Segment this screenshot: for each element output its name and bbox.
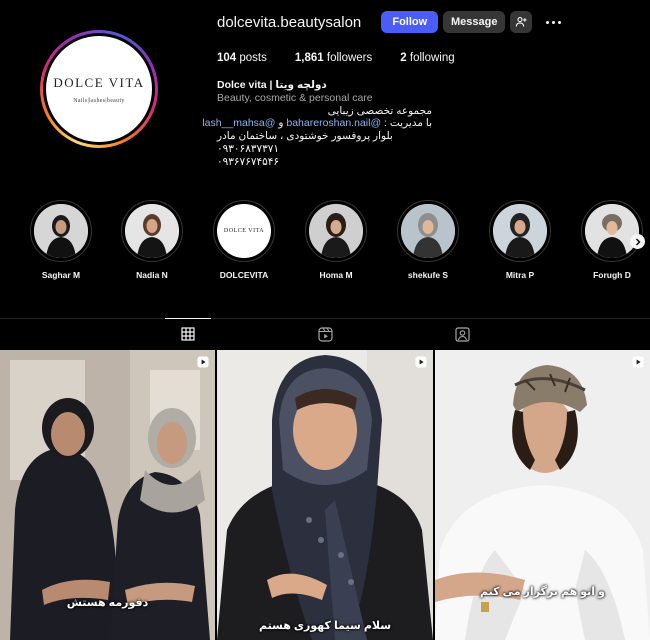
followers-stat[interactable]: 1,861 followers xyxy=(295,52,372,64)
post-caption: و اتو هم برگزار می کنم xyxy=(480,586,605,598)
highlight-saghar-m[interactable]: Saghar M xyxy=(21,200,101,280)
profile-category: Beauty, cosmetic & personal care xyxy=(217,91,373,104)
highlight-label: Saghar M xyxy=(41,270,81,280)
highlight-mitra-p[interactable]: Mitra P xyxy=(480,200,560,280)
highlight-thumbnail xyxy=(401,204,455,258)
profile-avatar[interactable]: DOLCE VITA Nails|lashes|beauty xyxy=(40,30,158,148)
highlight-label: Mitra P xyxy=(505,270,535,280)
post-tile[interactable]: سلام سیما کهوری هستم xyxy=(217,350,433,640)
following-count: 2 xyxy=(400,52,407,64)
highlight-thumbnail xyxy=(309,204,363,258)
posts-count: 104 xyxy=(217,52,237,64)
highlight-shekufe-s[interactable]: shekufe S xyxy=(388,200,468,280)
profile-stats: 104 posts 1,861 followers 2 following xyxy=(217,52,483,64)
tab-tagged[interactable] xyxy=(452,324,472,344)
posts-stat: 104 posts xyxy=(217,52,267,64)
highlight-nadia-n[interactable]: Nadia N xyxy=(112,200,192,280)
highlight-label: shekufe S xyxy=(407,270,449,280)
avatar-brand-text: DOLCE VITA xyxy=(53,74,145,90)
tagged-icon xyxy=(454,326,470,342)
post-caption: دفورمه هستش xyxy=(66,597,149,609)
highlight-thumbnail xyxy=(125,204,179,258)
reels-icon xyxy=(317,326,333,342)
highlight-thumbnail xyxy=(34,204,88,258)
highlight-label: Nadia N xyxy=(136,270,168,280)
highlight-thumbnail xyxy=(585,204,639,258)
avatar-tagline: Nails|lashes|beauty xyxy=(73,97,125,104)
mention-link-lash-mahsa[interactable]: @lash__mahsa xyxy=(202,117,275,129)
bio-line-2: با مدیریت : @bahareroshan.nail و @lash__… xyxy=(202,117,432,130)
posts-grid: دفورمه هستش سلام سیما کهوری هستم و اتو ه… xyxy=(0,350,650,640)
grid-icon xyxy=(181,327,195,341)
tabs-divider xyxy=(0,318,650,319)
profile-bio: Dolce vita | دولچه ویتا Beauty, cosmetic… xyxy=(202,79,432,169)
follow-button[interactable]: Follow xyxy=(381,11,439,33)
avatar-logo: DOLCE VITA Nails|lashes|beauty xyxy=(46,36,152,142)
reel-badge-icon xyxy=(632,356,644,368)
tab-reels[interactable] xyxy=(315,324,335,344)
post-caption: سلام سیما کهوری هستم xyxy=(258,620,392,632)
highlight-logo-text: DOLCE VITA xyxy=(223,228,265,234)
reel-badge-icon xyxy=(415,356,427,368)
highlights-next-button[interactable] xyxy=(630,234,645,249)
profile-display-name: Dolce vita | دولچه ویتا xyxy=(217,79,327,91)
highlight-label: Homa M xyxy=(319,270,353,280)
post-tile[interactable]: دفورمه هستش xyxy=(0,350,215,640)
following-stat[interactable]: 2 following xyxy=(400,52,454,64)
bio-line-1: مجموعه تخصصی زیبایی xyxy=(327,104,432,117)
bio-address: بلوار پروفسور خوشتودی ، ساختمان مادر xyxy=(217,130,393,143)
post-thumbnail xyxy=(217,350,433,640)
followers-label: followers xyxy=(326,52,373,64)
profile-username: dolcevita.beautysalon xyxy=(217,13,362,31)
highlight-thumbnail xyxy=(493,204,547,258)
profile-action-row: dolcevita.beautysalon Follow Message xyxy=(217,11,564,33)
highlight-logo-thumbnail: DOLCE VITA xyxy=(217,204,271,258)
following-label: following xyxy=(409,52,455,64)
more-options-icon[interactable] xyxy=(542,11,564,33)
highlight-homa-m[interactable]: Homa M xyxy=(296,200,376,280)
tab-posts[interactable] xyxy=(178,324,198,344)
post-tile[interactable]: و اتو هم برگزار می کنم xyxy=(435,350,650,640)
profile-tabs xyxy=(0,318,650,348)
story-highlights: Saghar M Nadia N DOLCE VITA DOLCEVITA Ho… xyxy=(0,200,650,290)
suggested-accounts-button[interactable] xyxy=(510,11,533,33)
reel-badge-icon xyxy=(197,356,209,368)
bio-managed-by: با مدیریت : xyxy=(384,117,432,130)
posts-label: posts xyxy=(239,52,267,64)
highlight-label: DOLCEVITA xyxy=(219,270,269,280)
bio-phone-2: ۰۹۳۶۷۶۷۴۵۴۶ xyxy=(217,155,280,168)
message-button[interactable]: Message xyxy=(443,11,506,33)
active-tab-indicator xyxy=(165,318,211,319)
followers-count: 1,861 xyxy=(294,52,324,64)
bio-and: و xyxy=(278,117,284,130)
add-person-icon xyxy=(515,17,527,27)
chevron-right-icon xyxy=(635,238,640,245)
highlight-label: Forugh D xyxy=(593,270,631,280)
mention-link-bahareroshan[interactable]: @bahareroshan.nail xyxy=(286,117,381,129)
highlight-dolcevita[interactable]: DOLCE VITA DOLCEVITA xyxy=(204,200,284,280)
bio-phone-1: ۰۹۳۰۶۸۳۷۳۷۱ xyxy=(217,142,280,155)
